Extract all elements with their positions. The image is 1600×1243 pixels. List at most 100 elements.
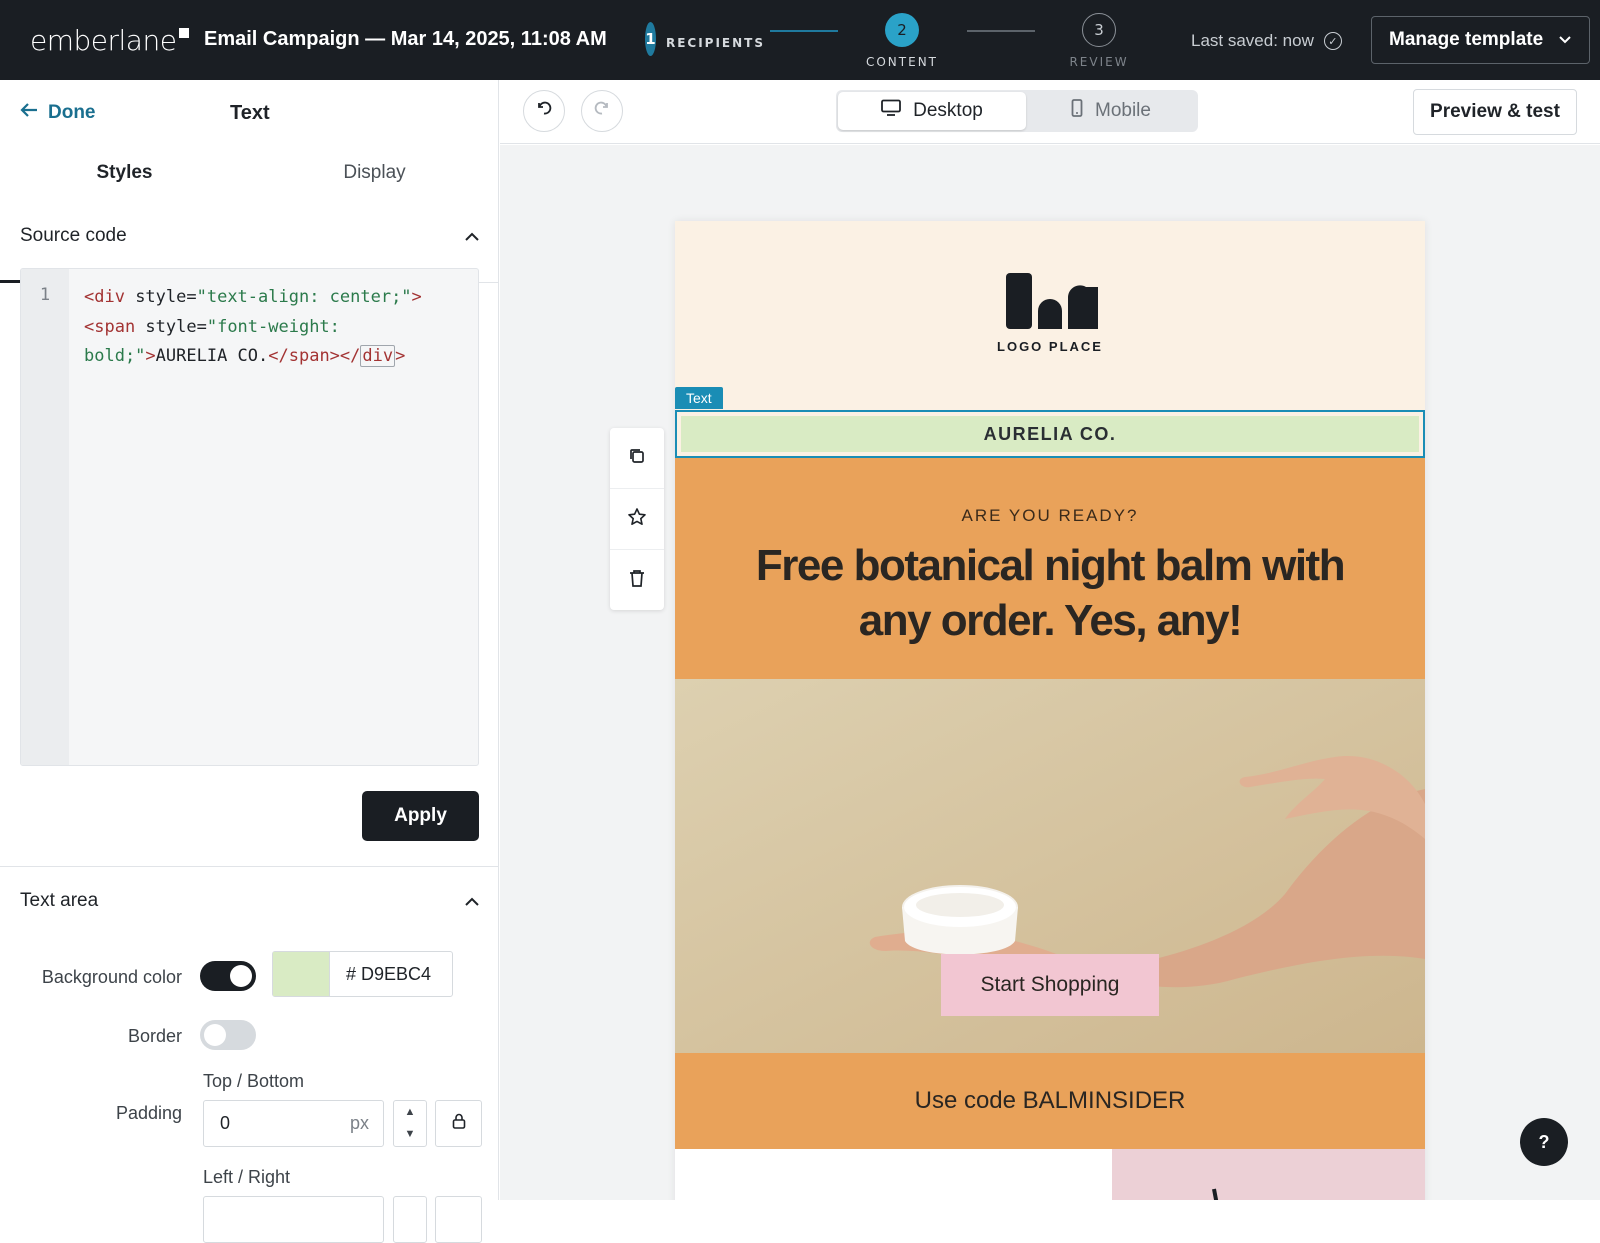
padding-label: Padding [115,1103,182,1123]
top-bottom-label: Top / Bottom [203,1071,305,1091]
step-number: 1 [645,22,656,56]
save-status-text: Last saved: now [1191,31,1314,50]
undo-button[interactable] [523,90,565,132]
tab-styles[interactable]: Styles [0,142,249,283]
desktop-icon [881,99,902,123]
favorite-button[interactable] [610,489,664,550]
email-preview: LOGO PLACE Text AURELIA CO. ARE YOU READ… [675,221,1425,1200]
mobile-icon [1071,99,1083,123]
top-bar: emberlane Email Campaign — Mar 14, 2025,… [0,0,1600,80]
mobile-view-button[interactable]: Mobile [1026,92,1196,130]
section-title: Source code [20,225,127,246]
padding-top-bottom-input[interactable]: 0 px [203,1100,384,1147]
star-icon [627,507,647,532]
step-connector [770,30,838,32]
manage-template-button[interactable]: Manage template [1371,16,1590,64]
step-number: 2 [885,13,919,47]
code-token: > [395,346,406,366]
code-text[interactable]: <div style="text-align: center;"> <span … [84,283,469,372]
delete-button[interactable] [610,550,664,611]
step-label: CONTENT [865,55,939,69]
hex-input[interactable]: # D9EBC4 [329,952,452,996]
logo-icon [1006,273,1098,329]
kicker-text: ARE YOU READY? [961,506,1139,525]
brand-text-block[interactable]: AURELIA CO. [675,410,1425,458]
tab-label: Display [343,162,406,183]
desktop-view-button[interactable]: Desktop [838,92,1026,130]
preview-test-button[interactable]: Preview & test [1413,89,1577,135]
step-recipients[interactable]: 1 RECIPIENTS [645,22,765,56]
code-editor[interactable]: 1 <div style="text-align: center;"> <spa… [20,268,479,766]
toggle-knob [230,965,252,987]
help-button[interactable]: ? [1520,1118,1568,1166]
check-circle-icon: ✓ [1323,32,1342,50]
hero-text-block[interactable]: ARE YOU READY? Free botanical night balm… [675,458,1425,679]
editor-toolbar: Desktop Mobile Preview & test [500,80,1600,144]
color-swatch[interactable] [273,952,329,996]
redo-button[interactable] [581,90,623,132]
trash-icon [629,569,645,592]
selection-tag: Text [675,387,723,409]
promo-code-block[interactable]: Use code BALMINSIDER [675,1053,1425,1149]
manage-template-label: Manage template [1389,29,1544,50]
code-token: </span> [268,346,340,366]
step-connector [967,30,1035,32]
step-review[interactable]: 3 REVIEW [1039,13,1159,69]
border-toggle[interactable] [200,1020,256,1050]
panel-tabs: Styles Display [0,142,499,283]
undo-icon [535,99,553,123]
border-label: Border [127,1026,182,1046]
code-token-matched: div [360,345,396,367]
chevron-down-icon[interactable]: ▼ [394,1123,426,1145]
tab-label: Styles [96,162,153,183]
next-block-left[interactable] [675,1149,1112,1200]
start-shopping-button[interactable]: Start Shopping [941,954,1159,1016]
unit-label: px [349,1113,369,1133]
chevron-down-icon [1559,31,1571,47]
next-block-right[interactable] [1112,1149,1425,1200]
code-token: > [411,287,422,307]
apply-button[interactable]: Apply [362,791,479,841]
padding-stepper[interactable] [393,1196,427,1243]
step-label: REVIEW [1069,55,1129,69]
tab-display[interactable]: Display [250,142,499,282]
code-token: <div [84,287,125,307]
code-token: > [145,346,156,366]
bg-color-toggle[interactable] [200,961,256,991]
toggle-knob [204,1024,226,1046]
source-code-header[interactable]: Source code [20,225,479,247]
lock-icon [452,1113,466,1134]
bg-color-label: Background color [41,967,182,987]
chevron-up-icon[interactable]: ▲ [394,1101,426,1123]
padding-left-right-input[interactable] [203,1196,384,1243]
properties-panel: Done Text Styles Display Source code 1 <… [0,80,499,1243]
panel-title: Text [230,102,270,124]
step-content[interactable]: 2 CONTENT [842,13,962,69]
duplicate-button[interactable] [610,428,664,489]
step-label: RECIPIENTS [665,36,765,50]
done-label: Done [48,102,96,123]
done-button[interactable]: Done [20,102,96,124]
logo-label: LOGO PLACE [997,339,1103,354]
padding-stepper[interactable]: ▲ ▼ [393,1100,427,1147]
padding-lock-button[interactable] [435,1100,482,1147]
brand-name: emberlane [30,24,177,57]
email-header-block[interactable]: LOGO PLACE Text [675,221,1425,411]
text-area-header[interactable]: Text area [20,890,479,912]
arrow-left-icon [20,102,38,124]
mobile-label: Mobile [1095,100,1151,121]
chevron-up-icon [465,890,479,912]
code-token: style= [124,287,197,307]
line-number: 1 [21,269,69,765]
view-toggle: Desktop Mobile [836,90,1198,132]
brand-logo[interactable]: emberlane [30,24,190,57]
bg-color-picker[interactable]: # D9EBC4 [272,951,453,997]
step-number: 3 [1082,13,1116,47]
code-token: style= [135,316,207,337]
copy-icon [628,447,646,470]
hero-image[interactable]: Start Shopping [675,679,1425,1053]
padding-lock-button[interactable] [435,1196,482,1243]
save-status: Last saved: now ✓ [1191,31,1342,51]
section-divider [0,866,499,867]
block-tools [610,428,664,610]
